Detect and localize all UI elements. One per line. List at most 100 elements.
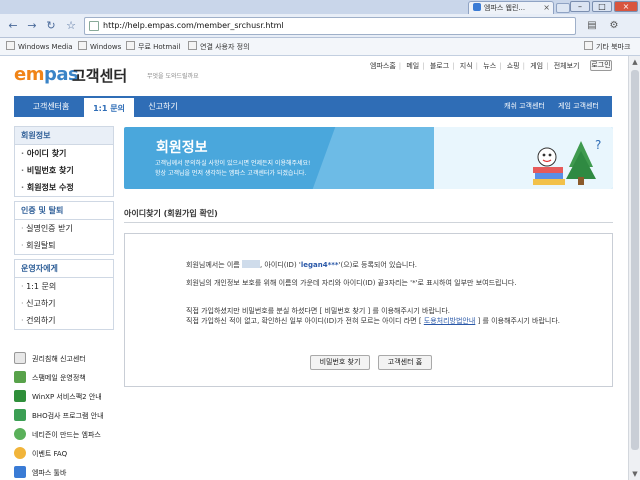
wrench-icon[interactable]: ⚙ [606,19,622,33]
section-divider [124,222,613,223]
sidebar-group-auth: 인증 및 탈퇴 실명인증 받기 회원탈퇴 [14,201,114,255]
star-icon[interactable]: ☆ [63,18,79,34]
sidebar-links: 권리침해 신고센터 스팸메일 운영정책 WinXP 서비스팩2 안내 BHO검사… [14,352,114,480]
vertical-scrollbar[interactable]: ▲ ▼ [628,56,640,480]
link-event-faq[interactable]: 이벤트 FAQ [14,447,114,466]
bookmark-icon [188,41,197,50]
link-bho[interactable]: BHO검사 프로그램 안내 [14,409,114,428]
login-button[interactable]: 로그인 [590,60,612,71]
bookmark-label: 무료 Hotmail [138,43,181,51]
sidebar-heading: 인증 및 탈퇴 [15,202,113,220]
link-toolbar[interactable]: 엠파스 툴바 [14,466,114,480]
scroll-down-icon[interactable]: ▼ [629,468,640,480]
favicon-icon [473,3,481,11]
find-password-button[interactable]: 비밀번호 찾기 [310,355,370,370]
tab-title: 엠파스 웹린... [484,4,526,12]
bookmarks-bar: Windows Media Windows 무료 Hotmail 연결 사용자 … [0,38,640,56]
top-menu-game[interactable]: 게임 [530,62,543,70]
sidebar-item-find-id[interactable]: 아이디 찾기 [15,145,113,162]
bookmark-icon [78,41,87,50]
tab-report[interactable]: 신고하기 [136,96,190,117]
close-window-button[interactable]: × [614,1,638,12]
reload-icon[interactable]: ↻ [43,18,59,34]
sidebar: 회원정보 아이디 찾기 비밀번호 찾기 회원정보 수정 인증 및 탈퇴 실명인증… [14,126,114,334]
customer-center-home-button[interactable]: 고객센터 홈 [378,355,432,370]
page-subtitle: 무엇을 도와드릴까요 [147,73,199,80]
section-title: 아이디찾기 (회원가입 확인) [124,209,218,218]
top-menu-all[interactable]: 전체보기 [554,62,580,70]
bookmark-windows[interactable]: Windows [78,41,121,53]
empas-logo[interactable]: empas [14,64,79,85]
link-label: WinXP 서비스팩2 안내 [32,393,102,401]
url-text: http://help.empas.com/member_srchusr.htm… [103,21,284,30]
link-label: BHO검사 프로그램 안내 [32,412,104,420]
page-icon [89,21,99,31]
top-menu: 엠파스홈 | 메일 | 블로그 | 지식 | 뉴스 | 쇼핑 | 게임 | 전체보기 [370,62,580,70]
close-tab-icon[interactable]: × [543,3,550,12]
link-winxp[interactable]: WinXP 서비스팩2 안내 [14,390,114,409]
bookmark-windows-media[interactable]: Windows Media [6,41,73,53]
sprout-icon [14,428,26,440]
link-rights-center[interactable]: 권리침해 신고센터 [14,352,114,371]
sidebar-group-member: 회원정보 아이디 찾기 비밀번호 찾기 회원정보 수정 [14,126,114,197]
bookmark-label: Windows [90,43,122,51]
top-menu-knowledge[interactable]: 지식 [460,62,473,70]
member-info-banner: 회원정보 고객님께서 문의하실 사항이 있으시면 언제든지 이용해주세요! 항상… [124,127,613,189]
sidebar-item-report[interactable]: 신고하기 [15,295,113,312]
main-tabbar: 고객센터홈 1:1 문의 신고하기 캐쉬 고객센터 게임 고객센터 [14,96,612,117]
link-label: 네티즌이 만드는 엠파스 [32,431,101,439]
link-netizen[interactable]: 네티즌이 만드는 엠파스 [14,428,114,447]
browser-titlebar: 엠파스 웹린... × – □ × [0,0,640,14]
top-menu-home[interactable]: 엠파스홈 [370,62,396,70]
sidebar-item-find-password[interactable]: 비밀번호 찾기 [15,162,113,179]
mascot-illustration: ? [533,138,601,185]
banner-title: 회원정보 [156,140,208,156]
sidebar-item-verify[interactable]: 실명인증 받기 [15,220,113,237]
address-bar[interactable]: http://help.empas.com/member_srchusr.htm… [84,17,576,35]
bookmark-links[interactable]: 연결 사용자 정의 [188,41,250,53]
new-tab-button[interactable] [556,3,570,13]
game-center-link[interactable]: 게임 고객센터 [558,96,599,117]
banner-desc-line: 항상 고객님을 먼저 생각하는 엠파스 고객센터가 되겠습니다. [155,170,307,177]
sidebar-heading: 회원정보 [15,127,113,145]
sidebar-item-edit-info[interactable]: 회원정보 수정 [15,179,113,196]
result-text: 직접 가입하신 적이 없고, 확인하신 일부 아이디(ID)가 전혀 모르는 아… [186,317,422,325]
found-user-id: legan4*** [300,261,339,269]
sidebar-item-withdraw[interactable]: 회원탈퇴 [15,237,113,254]
tab-inquiry[interactable]: 1:1 문의 [84,96,134,117]
top-menu-shopping[interactable]: 쇼핑 [507,62,520,70]
windows-icon [14,390,26,402]
logo-prefix: em [14,64,44,85]
result-text: 회원님께서는 이름 [186,261,240,269]
sidebar-item-inquiry[interactable]: 1:1 문의 [15,278,113,295]
link-spam-policy[interactable]: 스팸메일 운영정책 [14,371,114,390]
misuse-guide-link[interactable]: 도용처리방법안내 [424,317,476,325]
scroll-up-icon[interactable]: ▲ [629,56,640,68]
svg-text:?: ? [595,138,601,152]
cash-center-link[interactable]: 캐쉬 고객센터 [504,96,545,117]
folder-icon [584,41,593,50]
top-menu-news[interactable]: 뉴스 [483,62,496,70]
bookmark-icon [6,41,15,50]
minimize-button[interactable]: – [570,1,590,12]
other-bookmarks[interactable]: 기타 북마크 [584,41,630,53]
page-menu-icon[interactable]: ▤ [584,19,600,33]
sidebar-heading: 운영자에게 [15,260,113,278]
browser-navbar: ← → ↻ ☆ http://help.empas.com/member_src… [0,14,640,38]
tab-home[interactable]: 고객센터홈 [20,96,82,117]
toolbar-icon [14,466,26,478]
sidebar-item-suggest[interactable]: 건의하기 [15,312,113,329]
maximize-button[interactable]: □ [592,1,612,12]
banner-description: 고객님께서 문의하실 사항이 있으시면 언제든지 이용해주세요! 항상 고객님을… [155,159,310,179]
banner-desc-line: 고객님께서 문의하실 사항이 있으시면 언제든지 이용해주세요! [155,160,311,167]
top-menu-mail[interactable]: 메일 [406,62,419,70]
windows-icon [14,409,26,421]
scrollbar-thumb[interactable] [631,70,639,450]
forward-icon[interactable]: → [24,18,40,34]
back-icon[interactable]: ← [5,18,21,34]
bookmark-hotmail[interactable]: 무료 Hotmail [126,41,180,53]
warning-icon [14,352,26,364]
browser-tab[interactable]: 엠파스 웹린... × [468,1,554,14]
result-text: , 아이디(ID) ' [259,261,301,269]
top-menu-blog[interactable]: 블로그 [430,62,449,70]
